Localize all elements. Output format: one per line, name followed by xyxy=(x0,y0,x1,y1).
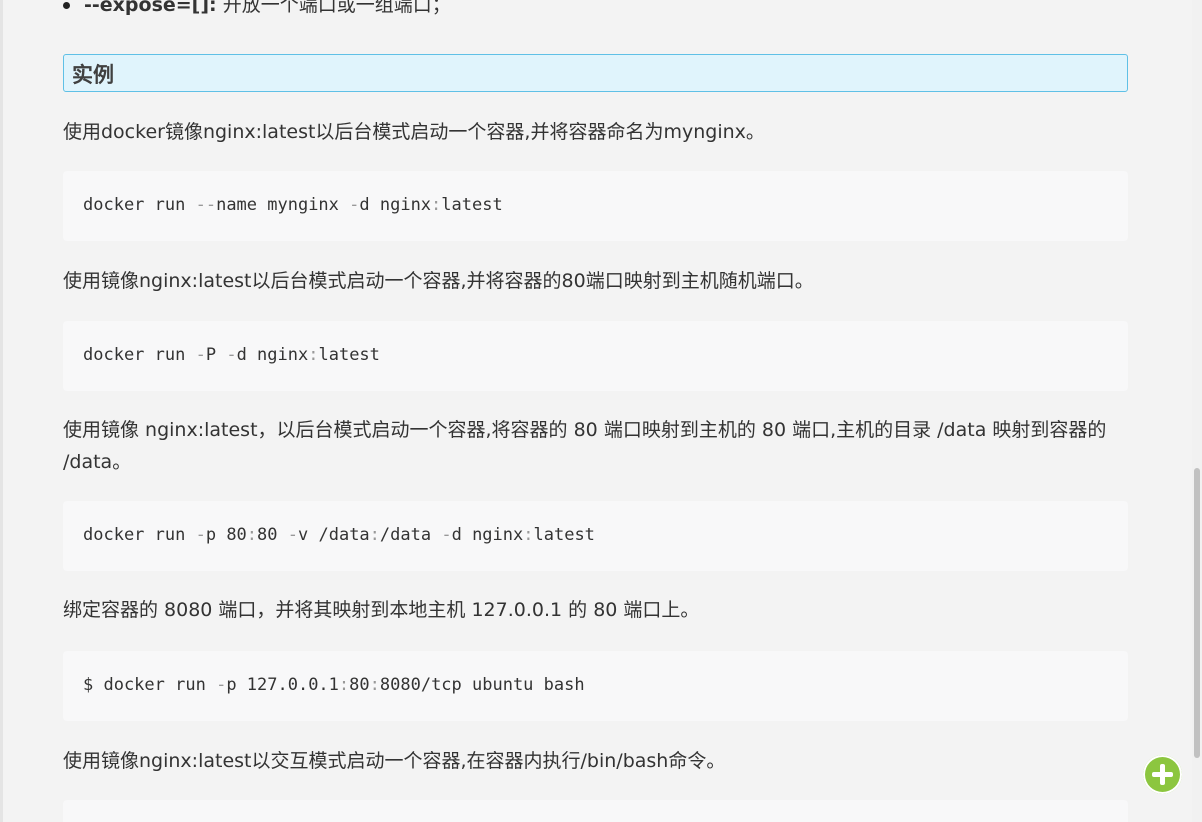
example-section-header: 实例 xyxy=(63,54,1128,92)
code-block-5[interactable] xyxy=(63,800,1128,822)
code-block-2[interactable]: docker run -P -d nginx:latest xyxy=(63,321,1128,391)
example-description-4: 绑定容器的 8080 端口，并将其映射到本地主机 127.0.0.1 的 80 … xyxy=(63,599,700,621)
code-block-3[interactable]: docker run -p 80:80 -v /data:/data -d ng… xyxy=(63,501,1128,571)
code-line: docker run -p 80:80 -v /data:/data -d ng… xyxy=(83,525,595,545)
example-description-2: 使用镜像nginx:latest以后台模式启动一个容器,并将容器的80端口映射到… xyxy=(63,270,814,292)
scrollbar-thumb[interactable] xyxy=(1194,468,1200,758)
example-description-5: 使用镜像nginx:latest以交互模式启动一个容器,在容器内执行/bin/b… xyxy=(63,750,726,772)
option-description: 开放一个端口或一组端口； xyxy=(216,0,451,16)
scrollbar-track[interactable] xyxy=(1192,0,1202,822)
window-edge xyxy=(0,0,3,822)
option-name: --expose=[]: xyxy=(84,0,217,16)
code-block-4[interactable]: $ docker run -p 127.0.0.1:80:8080/tcp ub… xyxy=(63,651,1128,721)
code-block-1[interactable]: docker run --name mynginx -d nginx:lates… xyxy=(63,171,1128,241)
code-line: $ docker run -p 127.0.0.1:80:8080/tcp ub… xyxy=(83,675,585,695)
code-line: docker run -P -d nginx:latest xyxy=(83,345,380,365)
option-list-item: --expose=[]: 开放一个端口或一组端口； xyxy=(63,0,451,17)
example-description-3: 使用镜像 nginx:latest，以后台模式启动一个容器,将容器的 80 端口… xyxy=(63,419,1107,473)
code-line: docker run --name mynginx -d nginx:lates… xyxy=(83,195,503,215)
bullet-icon xyxy=(63,2,70,9)
example-header-title: 实例 xyxy=(72,63,114,87)
example-description-1: 使用docker镜像nginx:latest以后台模式启动一个容器,并将容器命名… xyxy=(63,121,765,143)
add-note-button[interactable] xyxy=(1143,755,1182,794)
